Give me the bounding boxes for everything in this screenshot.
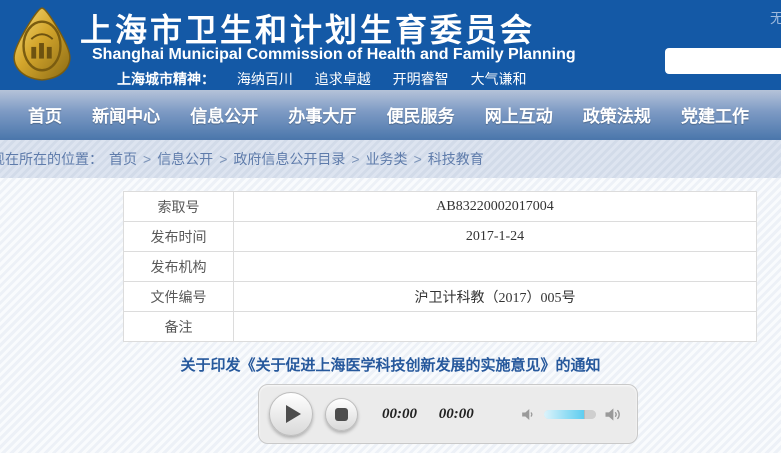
content-area: 索取号 AB83220002017004 发布时间 2017-1-24 发布机构… (0, 178, 781, 453)
site-title: 上海市卫生和计划生育委员会 (80, 5, 535, 51)
nav-item-service-hall[interactable]: 办事大厅 (288, 102, 356, 127)
accessibility-link[interactable]: 无 (770, 8, 781, 28)
site-header: 上海市卫生和计划生育委员会 Shanghai Municipal Commiss… (0, 0, 781, 90)
volume-down-icon[interactable] (519, 405, 538, 424)
commission-logo-icon (8, 4, 76, 84)
meta-label-doc-number: 文件编号 (124, 282, 234, 312)
breadcrumb-item-home[interactable]: 首页 (109, 149, 137, 169)
slogan-item: 开明睿智 (393, 71, 449, 87)
meta-value-publish-date: 2017-1-24 (234, 222, 757, 252)
volume-up-icon[interactable] (602, 404, 623, 425)
play-icon (286, 405, 301, 423)
main-nav: 首页 新闻中心 信息公开 办事大厅 便民服务 网上互动 政策法规 党建工作 (0, 90, 781, 138)
table-row: 备注 (124, 312, 757, 342)
total-time: 00:00 (439, 406, 474, 422)
meta-value-index-number: AB83220002017004 (234, 192, 757, 222)
slogan-item: 大气谦和 (471, 71, 527, 87)
volume-controls (519, 404, 623, 425)
breadcrumb-separator: > (219, 151, 227, 167)
volume-fill (544, 410, 584, 419)
city-spirit-slogan: 上海城市精神： 海纳百川 追求卓越 开明睿智 大气谦和 (117, 69, 527, 89)
table-row: 发布机构 (124, 252, 757, 282)
document-title: 关于印发《关于促进上海医学科技创新发展的实施意见》的通知 (0, 354, 781, 375)
table-row: 发布时间 2017-1-24 (124, 222, 757, 252)
site-subtitle: Shanghai Municipal Commission of Health … (92, 46, 576, 64)
play-button[interactable] (269, 392, 313, 436)
nav-item-public-services[interactable]: 便民服务 (387, 102, 455, 127)
breadcrumb-item-scitech-education[interactable]: 科技教育 (428, 149, 484, 169)
time-display: 00:00 00:00 (382, 406, 474, 423)
breadcrumb-prefix: 现在所在的位置： (0, 149, 103, 169)
nav-item-policies[interactable]: 政策法规 (583, 102, 651, 127)
meta-label-index-number: 索取号 (124, 192, 234, 222)
breadcrumb-separator: > (351, 151, 359, 167)
meta-label-publish-date: 发布时间 (124, 222, 234, 252)
document-meta-table: 索取号 AB83220002017004 发布时间 2017-1-24 发布机构… (123, 191, 757, 342)
meta-value-publish-org (234, 252, 757, 282)
breadcrumb-item-info-disclosure[interactable]: 信息公开 (157, 149, 213, 169)
nav-item-info-disclosure[interactable]: 信息公开 (190, 102, 258, 127)
breadcrumb-item-business[interactable]: 业务类 (366, 149, 408, 169)
volume-knob[interactable] (584, 410, 596, 419)
breadcrumb-item-directory[interactable]: 政府信息公开目录 (233, 149, 345, 169)
meta-label-remarks: 备注 (124, 312, 234, 342)
stop-icon (335, 408, 348, 421)
meta-value-doc-number: 沪卫计科教（2017）005号 (234, 282, 757, 312)
audio-player: 00:00 00:00 (258, 384, 638, 444)
nav-item-home[interactable]: 首页 (28, 102, 62, 127)
breadcrumb-separator: > (143, 151, 151, 167)
table-row: 文件编号 沪卫计科教（2017）005号 (124, 282, 757, 312)
table-row: 索取号 AB83220002017004 (124, 192, 757, 222)
current-time: 00:00 (382, 406, 417, 422)
stop-button[interactable] (325, 398, 358, 431)
nav-item-news[interactable]: 新闻中心 (92, 102, 160, 127)
breadcrumb: 现在所在的位置： 首页 > 信息公开 > 政府信息公开目录 > 业务类 > 科技… (0, 138, 781, 178)
slogan-item: 海纳百川 (237, 71, 293, 87)
meta-label-publish-org: 发布机构 (124, 252, 234, 282)
nav-item-party-building[interactable]: 党建工作 (681, 102, 749, 127)
slogan-item: 追求卓越 (315, 71, 371, 87)
breadcrumb-separator: > (414, 151, 422, 167)
meta-value-remarks (234, 312, 757, 342)
nav-item-online-interaction[interactable]: 网上互动 (485, 102, 553, 127)
search-input[interactable] (665, 48, 781, 74)
volume-slider[interactable] (544, 410, 596, 419)
slogan-label: 上海城市精神： (117, 71, 215, 87)
